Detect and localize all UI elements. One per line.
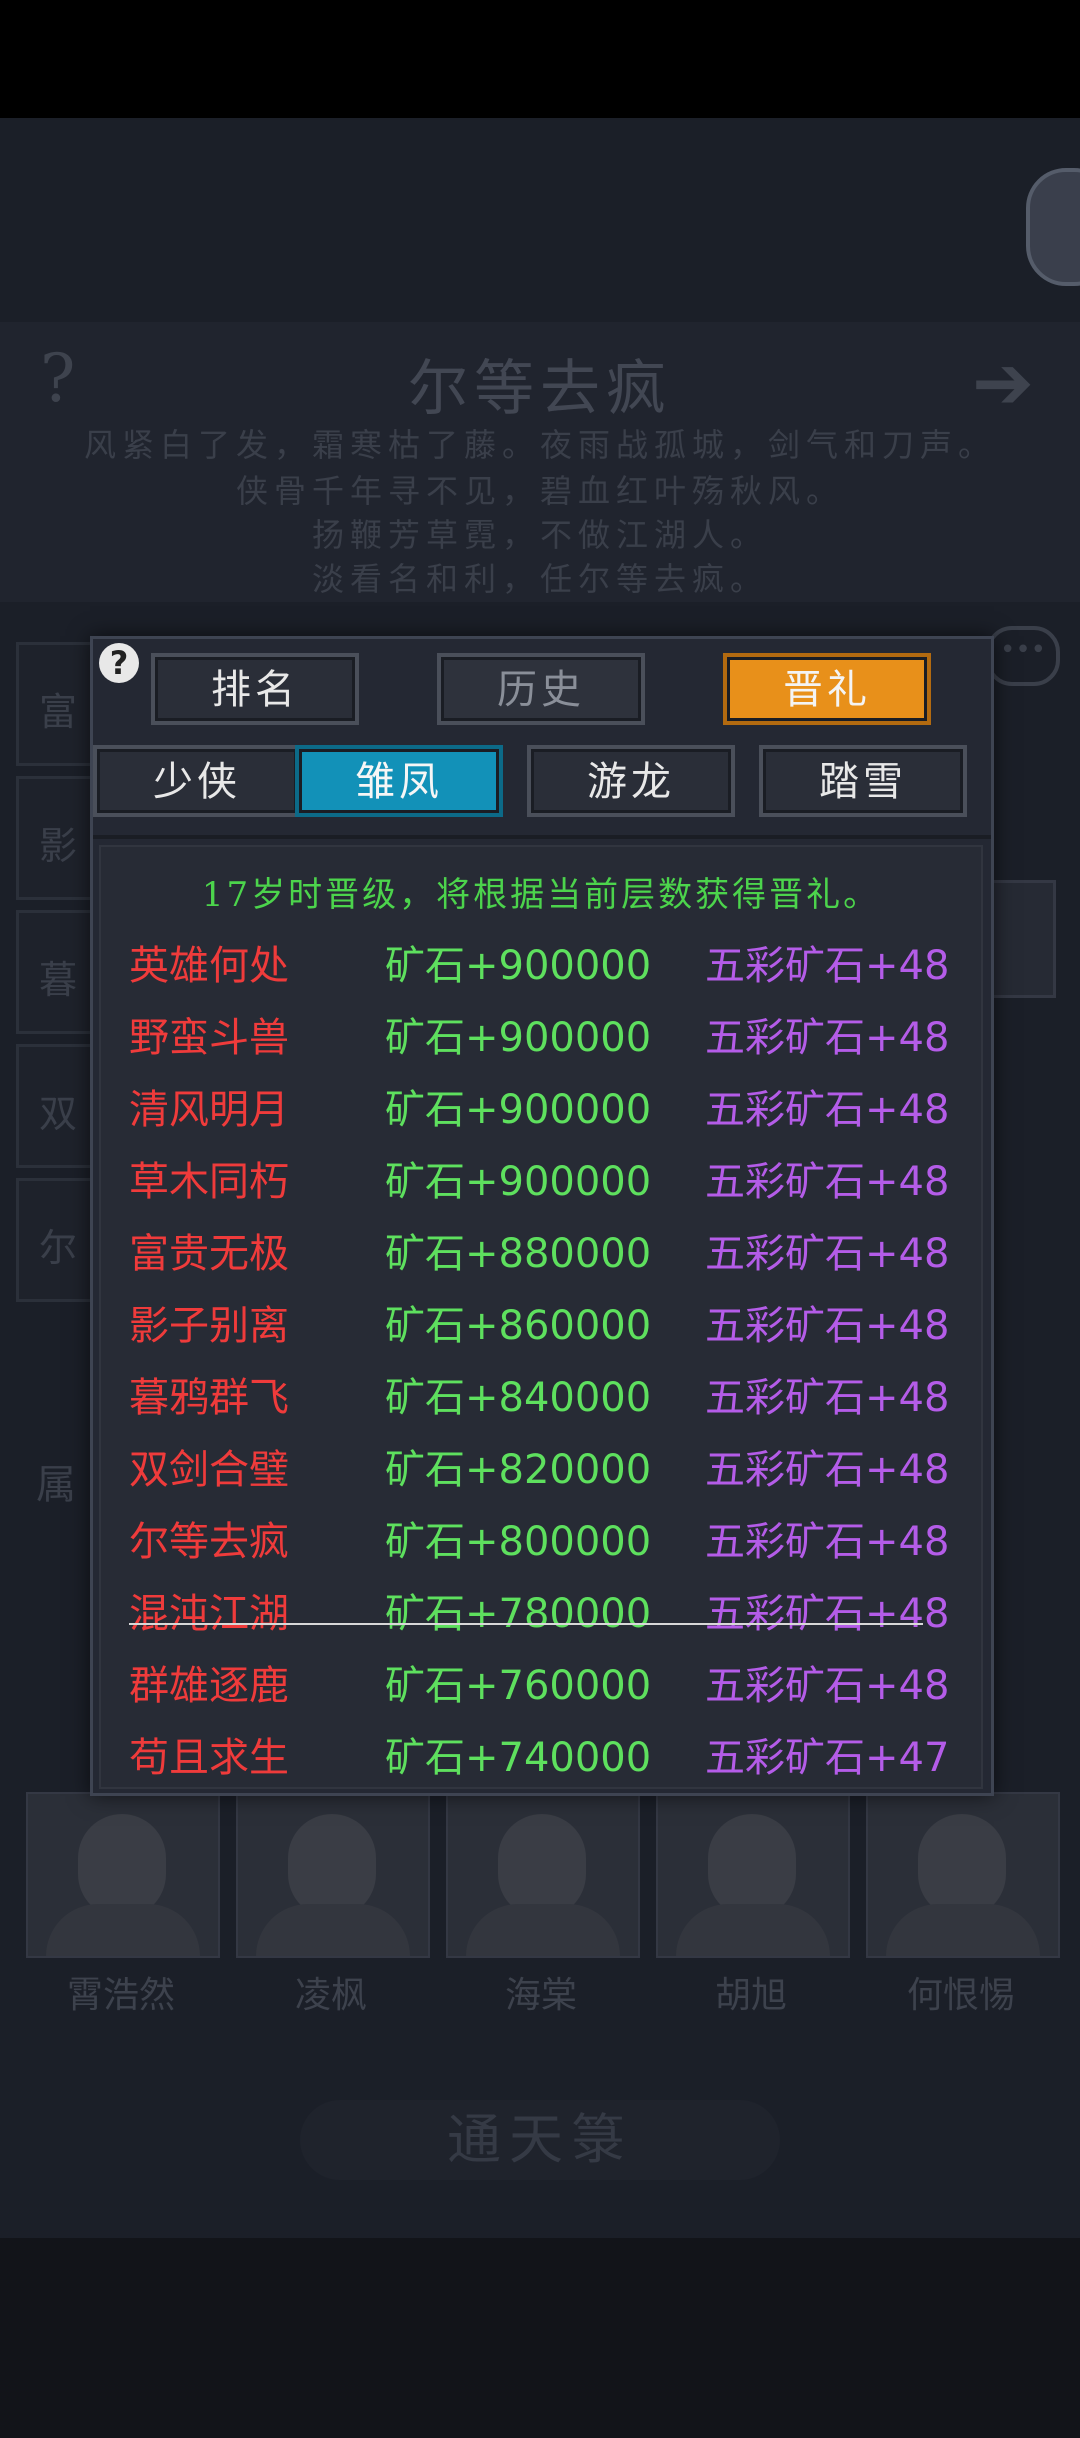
reward-list: 17岁时晋级，将根据当前层数获得晋礼。 英雄何处 矿石+900000 五彩矿石+…: [99, 845, 983, 1789]
hero-portrait: [656, 1792, 850, 1958]
ore-reward: 矿石+860000: [385, 1303, 652, 1349]
reward-row: 富贵无极 矿石+880000 五彩矿石+48: [101, 1221, 981, 1291]
rank-name: 影子别离: [129, 1303, 289, 1349]
hero-portrait: [866, 1792, 1060, 1958]
rank-name: 富贵无极: [129, 1231, 289, 1277]
hero-name: 霄浩然: [66, 1975, 175, 2016]
tab-separator: [93, 835, 991, 839]
bg-side-label: 影: [39, 824, 78, 868]
ore-reward: 矿石+760000: [385, 1663, 652, 1709]
reward-row: 草木同朽 矿石+900000 五彩矿石+48: [101, 1149, 981, 1219]
ore-reward: 矿石+900000: [385, 1087, 652, 1133]
hero-name: 海棠: [504, 1975, 577, 2016]
reward-row: 混沌江湖 矿石+780000 五彩矿石+48: [101, 1581, 981, 1651]
tab-ranking[interactable]: 排名: [151, 653, 359, 725]
hero-name: 凌枫: [294, 1975, 367, 2016]
reward-row: 英雄何处 矿石+900000 五彩矿石+48: [101, 933, 981, 1003]
rank-name: 草木同朽: [129, 1159, 289, 1205]
poem-line: 淡看名和利，任尔等去疯。: [311, 560, 768, 598]
ore-reward: 矿石+900000: [385, 1159, 652, 1205]
help-icon[interactable]: ?: [99, 643, 139, 683]
ore-reward: 矿石+900000: [385, 1015, 652, 1061]
subtab-shaoxia[interactable]: 少侠: [93, 745, 301, 817]
colored-ore-reward: 五彩矿石+48: [705, 1015, 950, 1061]
ore-reward: 矿石+780000: [385, 1591, 652, 1637]
bg-bottom-button: 通天箓: [300, 2100, 780, 2180]
colored-ore-reward: 五彩矿石+48: [705, 1447, 950, 1493]
rank-name: 混沌江湖: [129, 1591, 289, 1637]
bg-side-label: 暮: [39, 958, 78, 1002]
bottom-bar: [0, 2238, 1080, 2438]
colored-ore-reward: 五彩矿石+47: [705, 1735, 950, 1781]
hero-portrait: [236, 1792, 430, 1958]
bg-bottom-button-label: 通天箓: [447, 2108, 633, 2171]
colored-ore-reward: 五彩矿石+48: [705, 1375, 950, 1421]
colored-ore-reward: 五彩矿石+48: [705, 1663, 950, 1709]
colored-ore-reward: 五彩矿石+48: [705, 1087, 950, 1133]
reward-row: 暮鸦群飞 矿石+840000 五彩矿石+48: [101, 1365, 981, 1435]
bg-side-label: 双: [39, 1092, 78, 1136]
reward-row: 野蛮斗兽 矿石+900000 五彩矿石+48: [101, 1005, 981, 1075]
rank-name: 苟且求生: [129, 1735, 289, 1781]
hero-name: 何恨惕: [906, 1975, 1015, 2016]
rank-name: 英雄何处: [129, 943, 289, 989]
subtab-youlong[interactable]: 游龙: [527, 745, 735, 817]
rank-name: 群雄逐鹿: [129, 1663, 289, 1709]
ore-reward: 矿石+840000: [385, 1375, 652, 1421]
rank-name: 尔等去疯: [129, 1519, 289, 1565]
colored-ore-reward: 五彩矿石+48: [705, 1159, 950, 1205]
bg-side-label: 富: [39, 690, 78, 734]
subtab-chufeng[interactable]: 雏凤: [295, 745, 503, 817]
poem-line: 扬鞭芳草霓，不做江湖人。: [311, 516, 768, 554]
current-level-divider: [129, 1623, 923, 1625]
reward-row: 双剑合璧 矿石+820000 五彩矿石+48: [101, 1437, 981, 1507]
poem-title: 尔等去疯: [408, 354, 672, 424]
rank-name: 双剑合璧: [129, 1447, 289, 1493]
hero-portrait: [446, 1792, 640, 1958]
player-avatar[interactable]: [1026, 168, 1080, 286]
reward-row: 苟且求生 矿石+740000 五彩矿石+47: [101, 1725, 981, 1795]
reward-modal: ? 排名 历史 晋礼 少侠 雏凤 游龙 踏雪 17岁时晋级，将根据当前层数获得晋…: [90, 636, 994, 1796]
rank-name: 野蛮斗兽: [129, 1015, 289, 1061]
ore-reward: 矿石+820000: [385, 1447, 652, 1493]
colored-ore-reward: 五彩矿石+48: [705, 943, 950, 989]
ore-reward: 矿石+900000: [385, 943, 652, 989]
colored-ore-reward: 五彩矿石+48: [705, 1303, 950, 1349]
bg-right-badge: [984, 880, 1056, 998]
colored-ore-reward: 五彩矿石+48: [705, 1231, 950, 1277]
poem-line: 风紧白了发，霜寒枯了藤。夜雨战孤城，剑气和刀声。: [83, 426, 996, 464]
bg-attr-label: 属: [36, 1462, 76, 1508]
promotion-notice: 17岁时晋级，将根据当前层数获得晋礼。: [201, 875, 881, 915]
ore-reward: 矿石+800000: [385, 1519, 652, 1565]
hero-name: 胡旭: [714, 1975, 787, 2016]
chat-icon: •••: [986, 626, 1060, 686]
ore-reward: 矿石+880000: [385, 1231, 652, 1277]
rank-name: 清风明月: [129, 1087, 289, 1133]
reward-row: 清风明月 矿石+900000 五彩矿石+48: [101, 1077, 981, 1147]
subtab-taxue[interactable]: 踏雪: [759, 745, 967, 817]
poem-line: 侠骨千年寻不见，碧血红叶殇秋风。: [235, 472, 844, 510]
rank-name: 暮鸦群飞: [129, 1375, 289, 1421]
status-bar: [0, 0, 1080, 118]
reward-row: 群雄逐鹿 矿石+760000 五彩矿石+48: [101, 1653, 981, 1723]
colored-ore-reward: 五彩矿石+48: [705, 1519, 950, 1565]
hero-portrait: [26, 1792, 220, 1958]
ore-reward: 矿石+740000: [385, 1735, 652, 1781]
tab-promotion-gift[interactable]: 晋礼: [723, 653, 931, 725]
reward-row: 尔等去疯 矿石+800000 五彩矿石+48: [101, 1509, 981, 1579]
tab-history[interactable]: 历史: [437, 653, 645, 725]
colored-ore-reward: 五彩矿石+48: [705, 1591, 950, 1637]
bg-side-label: 尔: [39, 1226, 78, 1270]
reward-row: 影子别离 矿石+860000 五彩矿石+48: [101, 1293, 981, 1363]
